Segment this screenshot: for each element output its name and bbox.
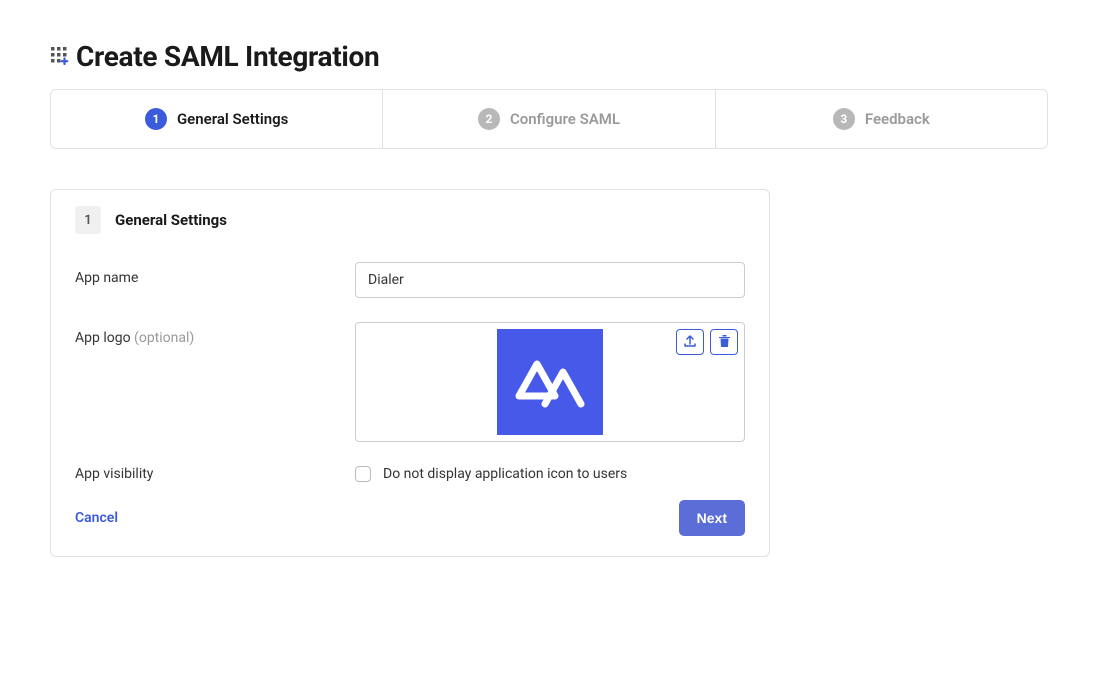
logo-preview-box [355,322,745,442]
stepper-item-feedback[interactable]: 3 Feedback [716,90,1047,148]
upload-logo-button[interactable] [676,329,704,355]
app-name-label: App name [75,262,355,286]
step-label: Configure SAML [510,110,620,128]
general-settings-panel: 1 General Settings App name App logo (op… [50,189,770,557]
next-button[interactable]: Next [679,500,745,536]
cancel-button[interactable]: Cancel [75,510,118,526]
app-grid-plus-icon [50,46,72,68]
upload-icon [683,334,697,351]
app-visibility-label: App visibility [75,466,355,482]
step-number: 2 [478,108,500,130]
step-number: 1 [145,108,167,130]
wizard-stepper: 1 General Settings 2 Configure SAML 3 Fe… [50,89,1048,149]
stepper-item-general-settings[interactable]: 1 General Settings [51,90,383,148]
panel-title: General Settings [115,211,227,229]
app-logo-preview [497,329,603,435]
panel-number: 1 [75,206,101,234]
step-label: General Settings [177,110,288,128]
visibility-checkbox-label: Do not display application icon to users [383,466,627,482]
delete-logo-button[interactable] [710,329,738,355]
stepper-item-configure-saml[interactable]: 2 Configure SAML [383,90,715,148]
app-logo-label: App logo (optional) [75,322,355,346]
step-number: 3 [833,108,855,130]
trash-icon [718,334,731,351]
app-name-input[interactable] [355,262,745,298]
visibility-checkbox[interactable] [355,466,371,482]
page-title: Create SAML Integration [76,40,379,73]
step-label: Feedback [865,110,930,128]
